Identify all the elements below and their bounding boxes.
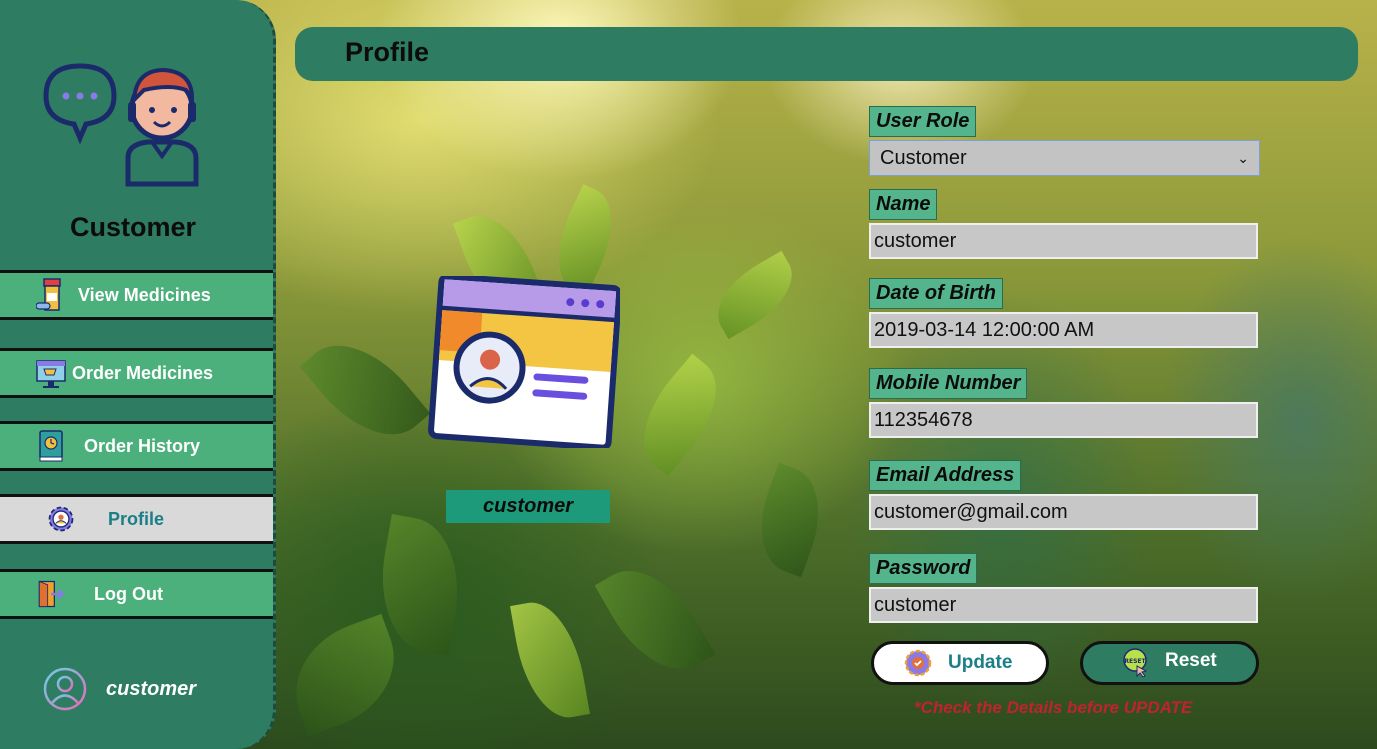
update-icon [904,649,932,677]
nav-logout[interactable]: Log Out [0,569,273,619]
dob-label: Date of Birth [869,278,1003,309]
user-role-value: Customer [880,146,967,169]
update-button[interactable]: Update [871,641,1049,685]
profile-display-name: customer [446,490,610,523]
nav-label: Order History [84,435,201,456]
user-role-select[interactable]: Customer ⌄ [869,140,1260,176]
nav-label: Order Medicines [72,362,214,383]
name-label: Name [869,189,938,220]
mobile-label: Mobile Number [869,368,1028,399]
medicine-bottle-icon [36,278,66,312]
customer-support-avatar-icon [43,63,199,187]
nav-label: View Medicines [78,284,211,305]
footer-username: customer [106,677,197,700]
reset-label: Reset [1165,650,1217,671]
logout-door-icon [36,577,66,611]
name-input[interactable] [869,223,1258,259]
email-input[interactable] [869,494,1258,530]
mobile-input[interactable] [869,402,1258,438]
nav-order-history[interactable]: Order History [0,421,273,471]
gear-user-icon [46,502,76,536]
reset-button[interactable]: RESET Reset [1080,641,1259,685]
nav-profile[interactable]: Profile [0,494,273,544]
user-circle-icon [43,667,87,711]
svg-text:RESET: RESET [1124,658,1146,665]
nav-view-medicines[interactable]: View Medicines [0,270,273,320]
reset-icon: RESET [1123,648,1151,678]
page-title: Profile [345,37,430,67]
update-label: Update [948,652,1013,673]
nav-label: Profile [108,508,165,529]
page-header: Profile [295,27,1358,81]
current-user: customer [42,666,196,712]
role-title: Customer [69,212,197,242]
email-label: Email Address [869,460,1022,491]
validation-note: *Check the Details before UPDATE [914,698,1193,717]
password-label: Password [869,553,978,584]
shopping-cart-monitor-icon [36,356,66,390]
history-book-icon [36,429,66,463]
chevron-down-icon: ⌄ [1237,149,1249,166]
dob-input[interactable] [869,312,1258,348]
sidebar: Customer View Medicines Order Medicines [0,0,276,749]
nav-label: Log Out [94,583,163,604]
profile-card-icon [428,276,620,448]
password-input[interactable] [869,587,1258,623]
nav-order-medicines[interactable]: Order Medicines [0,348,273,398]
user-role-label: User Role [869,106,977,137]
